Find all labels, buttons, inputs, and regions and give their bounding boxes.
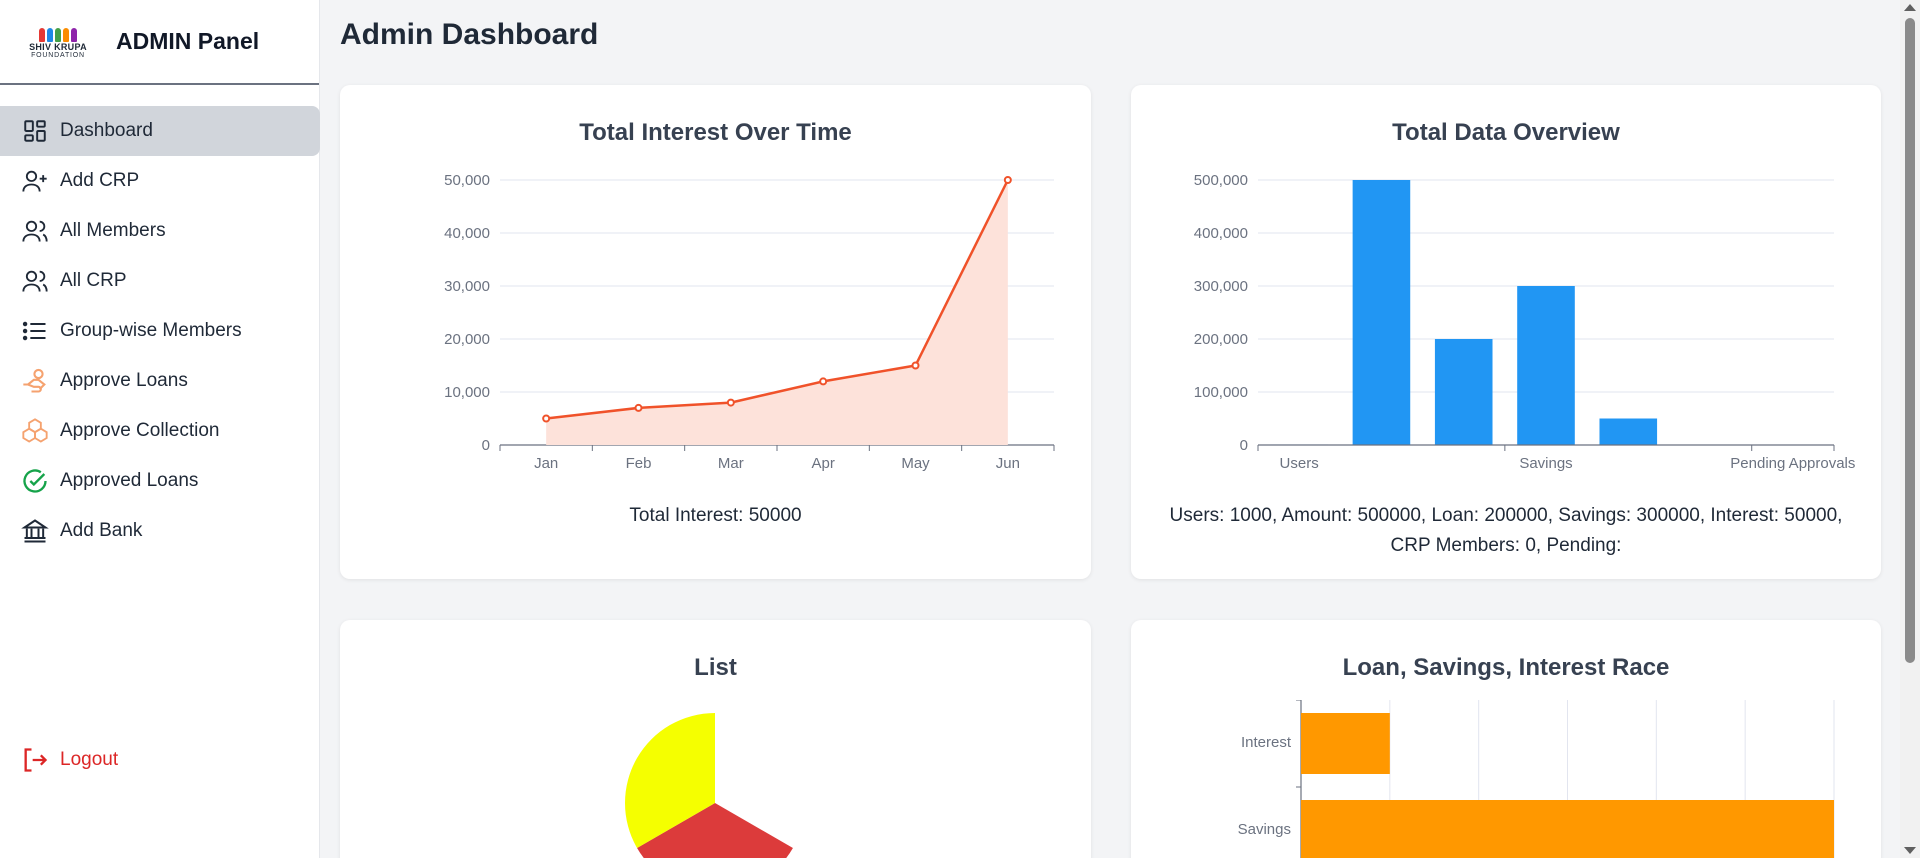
chart-caption-line1: Users: 1000, Amount: 500000, Loan: 20000…	[1169, 505, 1843, 526]
list-pie-chart	[625, 713, 793, 858]
x-tick-label: Jun	[996, 455, 1020, 472]
race-chart-card: Loan, Savings, Interest Race Interest Sav…	[1131, 620, 1881, 858]
sidebar-item-label: Approved Loans	[60, 470, 199, 491]
sidebar-nav: Dashboard Add CRP All Members All CRP Gr…	[0, 85, 320, 556]
scroll-down-arrow[interactable]	[1904, 847, 1916, 854]
sidebar-item-approve-collection[interactable]: Approve Collection	[0, 406, 319, 456]
x-tick-label: Feb	[626, 455, 652, 472]
x-tick-label: Users	[1280, 455, 1319, 472]
logo-text-line1: SHIV KRUPA	[29, 41, 87, 52]
boxes-icon	[20, 416, 50, 446]
main-content: Admin Dashboard Total Interest Over Time…	[320, 0, 1900, 858]
x-tick-label: Jan	[534, 455, 558, 472]
sidebar-item-approve-loans[interactable]: Approve Loans	[0, 356, 319, 406]
y-tick-label: Savings	[1238, 821, 1291, 838]
page-title: Admin Dashboard	[340, 18, 599, 51]
card-title: Total Data Overview	[1392, 119, 1620, 146]
sidebar-item-add-crp[interactable]: Add CRP	[0, 156, 319, 206]
brand-header: SHIV KRUPA FOUNDATION ADMIN Panel	[0, 0, 319, 85]
sidebar-item-label: Approve Loans	[60, 370, 188, 391]
area-fill	[546, 180, 1008, 445]
interest-line-chart: 0 10,000 20,000 30,000 40,000 50,000 Jan Feb Mar…	[444, 172, 1055, 472]
x-tick-label: Savings	[1519, 455, 1572, 472]
list-icon	[20, 316, 50, 346]
sidebar-item-label: Approve Collection	[60, 420, 220, 441]
logo-text-line2: FOUNDATION	[31, 51, 85, 59]
card-title: List	[694, 654, 737, 681]
list-chart-card: List	[340, 620, 1091, 858]
foundation-logo: SHIV KRUPA FOUNDATION	[20, 19, 96, 65]
overview-chart-card: Total Data Overview 0 100,000 200,000 300,0…	[1131, 85, 1881, 579]
scroll-thumb[interactable]	[1905, 18, 1915, 663]
users-icon	[20, 266, 50, 296]
y-tick-label: 20,000	[444, 331, 490, 348]
chart-caption-line2: CRP Members: 0, Pending:	[1390, 535, 1622, 556]
logout-button[interactable]: Logout	[0, 735, 118, 785]
logout-label: Logout	[60, 749, 119, 770]
y-tick-label: 200,000	[1194, 331, 1248, 348]
bank-icon	[20, 516, 50, 546]
panel-title: ADMIN Panel	[116, 28, 260, 54]
data-point	[1003, 176, 1012, 184]
sidebar: SHIV KRUPA FOUNDATION ADMIN Panel Dashbo…	[0, 0, 320, 858]
card-title: Loan, Savings, Interest Race	[1342, 654, 1670, 681]
y-tick-label: 40,000	[444, 225, 490, 242]
sidebar-item-label: All CRP	[60, 270, 127, 291]
users-icon	[20, 216, 50, 246]
bar	[1517, 286, 1575, 445]
data-point	[911, 361, 920, 370]
x-tick-label: Pending Approvals	[1730, 455, 1855, 472]
sidebar-item-add-bank[interactable]: Add Bank	[0, 506, 319, 556]
y-tick-label: 0	[482, 437, 490, 454]
logo-figures	[39, 24, 77, 42]
sidebar-item-dashboard[interactable]: Dashboard	[0, 106, 320, 156]
data-point	[634, 403, 643, 412]
card-title: Total Interest Over Time	[579, 119, 852, 146]
overview-bar-chart: 0 100,000 200,000 300,000 400,000 500,000 User…	[1194, 172, 1856, 472]
sidebar-item-all-members[interactable]: All Members	[0, 206, 319, 256]
bar	[1352, 180, 1411, 445]
x-tick-label: May	[901, 455, 930, 472]
y-tick-label: 0	[1240, 437, 1248, 454]
logout-icon	[20, 745, 50, 775]
dashboard-grid-icon	[20, 116, 50, 146]
sidebar-item-approved-loans[interactable]: Approved Loans	[0, 456, 319, 506]
interest-chart-card: Total Interest Over Time 0 10,000 20,000 30…	[340, 85, 1091, 579]
y-tick-label: 300,000	[1194, 278, 1248, 295]
y-tick-label: 10,000	[444, 384, 490, 401]
y-tick-label: 400,000	[1194, 225, 1248, 242]
y-tick-label: 100,000	[1194, 384, 1248, 401]
sidebar-item-label: Group-wise Members	[60, 320, 242, 341]
hand-coins-icon	[20, 366, 50, 396]
sidebar-item-label: Add Bank	[60, 520, 143, 541]
x-tick-label: Mar	[718, 455, 744, 472]
bar	[1301, 800, 1834, 858]
y-tick-label: 50,000	[444, 172, 490, 189]
bar	[1599, 418, 1658, 445]
bar	[1301, 713, 1390, 774]
sidebar-item-all-crp[interactable]: All CRP	[0, 256, 319, 306]
bar	[1434, 339, 1493, 445]
y-tick-label: 500,000	[1194, 172, 1248, 189]
y-tick-label: 30,000	[444, 278, 490, 295]
x-tick-label: Apr	[811, 455, 834, 472]
sidebar-item-label: Dashboard	[60, 120, 153, 141]
page-scrollbar[interactable]	[1900, 0, 1920, 858]
sidebar-item-label: Add CRP	[60, 170, 140, 191]
scroll-up-arrow[interactable]	[1904, 4, 1916, 11]
data-point	[819, 377, 828, 386]
data-point	[542, 414, 551, 423]
data-point	[726, 398, 735, 407]
sidebar-item-group-wise-members[interactable]: Group-wise Members	[0, 306, 319, 356]
y-tick-label: Interest	[1241, 734, 1292, 751]
check-circle-icon	[20, 466, 50, 496]
race-bar-chart: Interest Savings	[1238, 700, 1835, 858]
sidebar-item-label: All Members	[60, 220, 166, 241]
user-plus-icon	[20, 166, 50, 196]
chart-caption: Total Interest: 50000	[629, 505, 802, 526]
